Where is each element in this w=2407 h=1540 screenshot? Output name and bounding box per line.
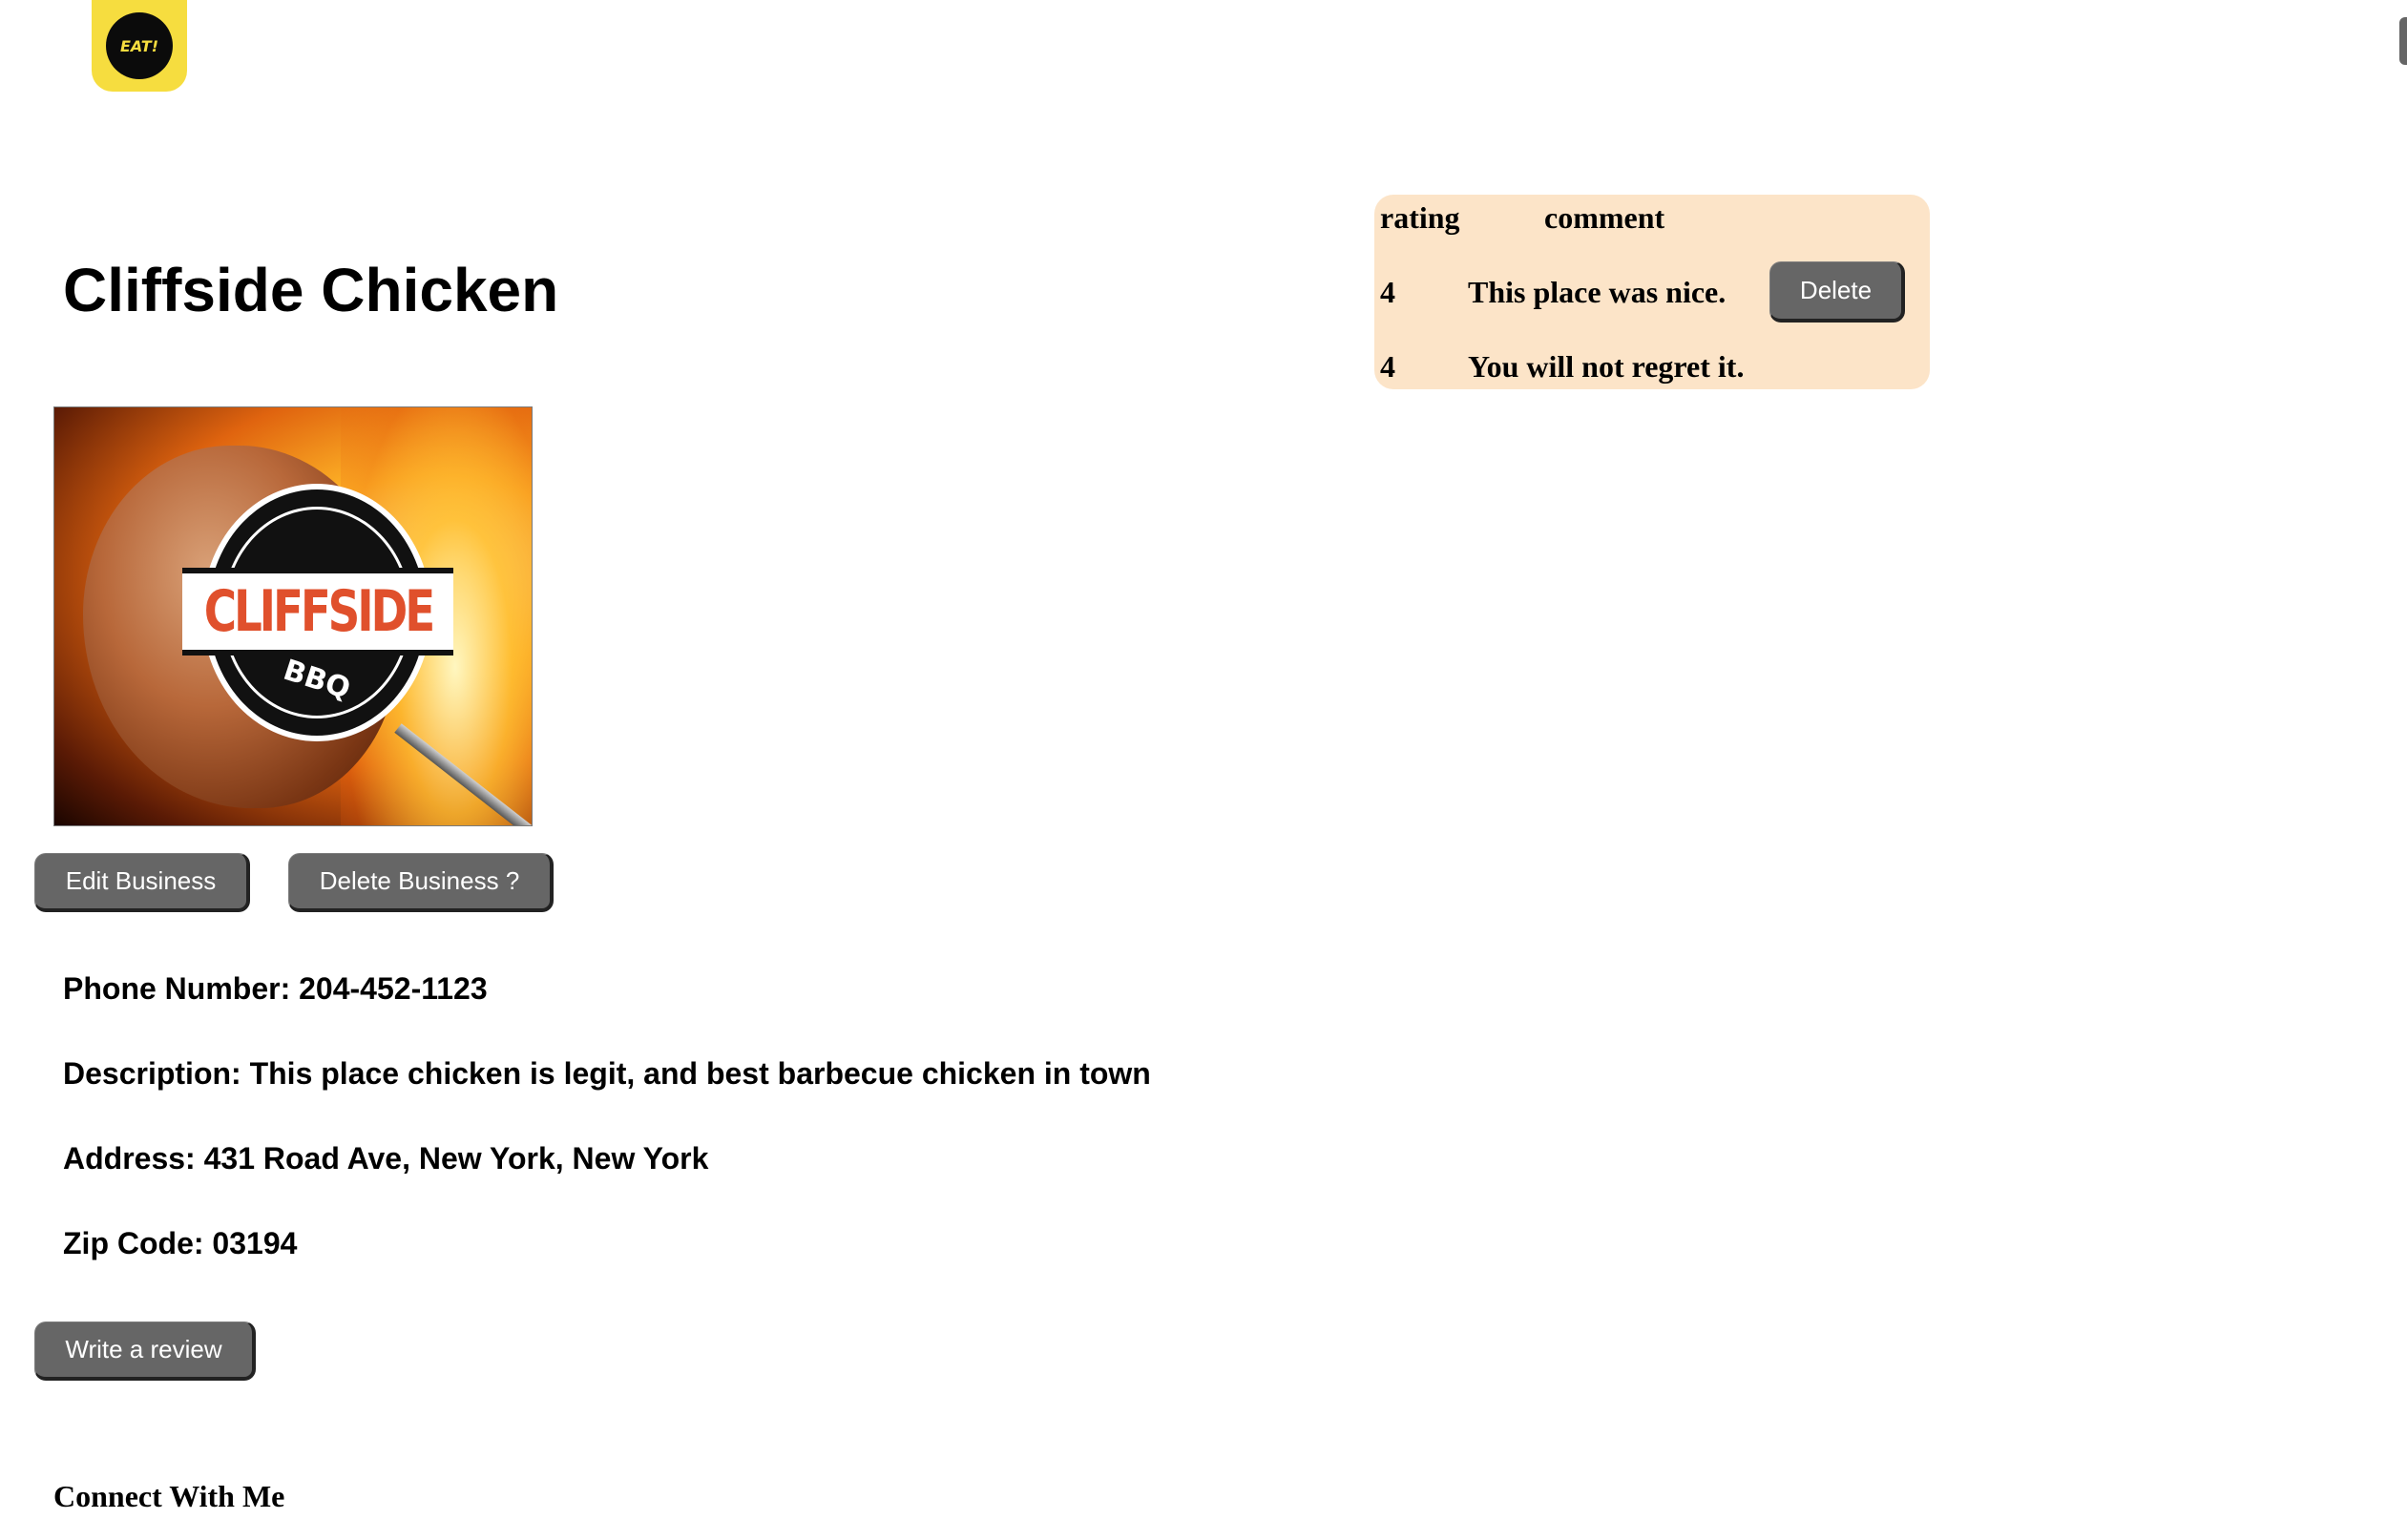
- logo-badge: EAT!: [106, 12, 173, 79]
- reviews-header-rating: rating: [1380, 200, 1460, 235]
- review-rating: 4: [1380, 275, 1395, 309]
- business-title: Cliffside Chicken: [63, 256, 559, 324]
- reviews-header-comment: comment: [1544, 200, 1665, 235]
- address-label: Address:: [63, 1141, 196, 1176]
- edit-business-button[interactable]: Edit Business: [34, 853, 250, 912]
- address-value: 431 Road Ave, New York, New York: [203, 1141, 709, 1176]
- delete-review-button[interactable]: Delete: [1769, 261, 1905, 323]
- profile-menu-tab[interactable]: [2399, 17, 2407, 65]
- business-image: CLIFFSIDE BBQ: [53, 406, 533, 826]
- phone-label: Phone Number:: [63, 971, 291, 1006]
- write-review-button[interactable]: Write a review: [34, 1321, 256, 1381]
- review-comment: This place was nice.: [1468, 275, 1727, 309]
- badge-banner-text: CLIFFSIDE: [203, 578, 434, 645]
- phone-value: 204-452-1123: [299, 971, 488, 1006]
- zip-value: 03194: [212, 1226, 298, 1260]
- description: Description: This place chicken is legit…: [63, 1058, 1151, 1089]
- zip-label: Zip Code:: [63, 1226, 204, 1260]
- description-value: This place chicken is legit, and best ba…: [249, 1056, 1151, 1091]
- zip-code: Zip Code: 03194: [63, 1228, 297, 1259]
- delete-business-button[interactable]: Delete Business ?: [288, 853, 554, 912]
- connect-with-me-heading: Connect With Me: [53, 1479, 285, 1513]
- app-logo[interactable]: EAT!: [92, 0, 187, 92]
- address: Address: 431 Road Ave, New York, New Yor…: [63, 1143, 708, 1174]
- review-comment: You will not regret it.: [1468, 349, 1745, 384]
- badge-banner: CLIFFSIDE: [182, 568, 453, 656]
- phone-number: Phone Number: 204-452-1123: [63, 973, 488, 1004]
- description-label: Description:: [63, 1056, 241, 1091]
- review-rating: 4: [1380, 349, 1395, 384]
- logo-text: EAT!: [120, 36, 158, 55]
